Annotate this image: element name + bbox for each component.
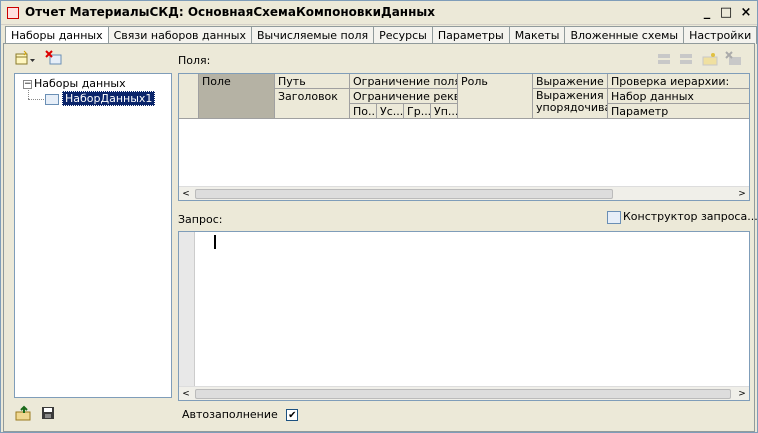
column-header-dataset[interactable]: Набор данных: [608, 89, 749, 104]
main-window: Отчет МатериалыСКД: ОсновнаяСхемаКомпоно…: [0, 0, 758, 433]
scroll-left-button[interactable]: <: [179, 187, 193, 200]
table-icon: [45, 93, 59, 105]
open-file-icon[interactable]: [14, 405, 34, 423]
query-constructor-label: Конструктор запроса...: [623, 210, 758, 223]
tab-dataset-links[interactable]: Связи наборов данных: [107, 26, 252, 44]
autofill-option[interactable]: Автозаполнение ✔: [182, 408, 299, 421]
column-header-restriction-2[interactable]: Ус...: [377, 104, 404, 119]
text-cursor: [214, 235, 216, 249]
delete-dataset-icon[interactable]: [44, 50, 64, 68]
tab-resources[interactable]: Ресурсы: [373, 26, 433, 44]
scroll-left-button[interactable]: <: [179, 387, 193, 401]
tab-calculated-fields[interactable]: Вычисляемые поля: [250, 26, 375, 44]
column-header-order-expression[interactable]: Выражения упорядочива...: [533, 89, 608, 119]
column-header-expression[interactable]: Выражение ...: [533, 74, 608, 89]
move-up-icon[interactable]: [654, 51, 674, 69]
column-header-title[interactable]: Заголовок: [275, 89, 350, 119]
query-constructor-button[interactable]: Конструктор запроса...: [607, 210, 758, 224]
column-header-path[interactable]: Путь: [275, 74, 350, 89]
query-horizontal-scrollbar[interactable]: < >: [179, 386, 749, 400]
query-constructor-icon: [607, 210, 621, 224]
column-header-hierarchy-check[interactable]: Проверка иерархии:: [608, 74, 749, 89]
move-down-icon[interactable]: [676, 51, 696, 69]
add-dataset-icon[interactable]: [14, 50, 35, 68]
fields-horizontal-scrollbar[interactable]: < >: [179, 186, 749, 200]
maximize-button[interactable]: □: [717, 4, 735, 22]
save-icon[interactable]: [38, 405, 58, 423]
tree-connector: [28, 88, 29, 99]
column-header-restriction-3[interactable]: Гр...: [404, 104, 431, 119]
autofill-label: Автозаполнение: [182, 408, 278, 421]
column-header-attr-restriction[interactable]: Ограничение рекв...: [350, 89, 458, 104]
tree-item-dataset1[interactable]: НаборДанных1: [45, 91, 156, 106]
query-label: Запрос:: [178, 213, 223, 226]
tree-root-node[interactable]: − Наборы данных: [23, 77, 126, 90]
editor-gutter: [179, 232, 195, 386]
tree-root-label: Наборы данных: [34, 77, 126, 90]
datasets-tree[interactable]: − Наборы данных НаборДанных1: [14, 73, 172, 398]
row-indicator-header: [179, 74, 199, 119]
minimize-button[interactable]: _: [698, 4, 716, 22]
column-header-restriction-1[interactable]: По...: [350, 104, 377, 119]
tab-parameters[interactable]: Параметры: [431, 26, 510, 44]
column-header-field-restriction[interactable]: Ограничение поля: [350, 74, 458, 89]
scroll-right-button[interactable]: >: [735, 387, 749, 401]
column-header-field[interactable]: Поле: [199, 74, 275, 119]
datasets-panel: − Наборы данных НаборДанных1 Поля: Поле П…: [3, 43, 758, 432]
scroll-right-button[interactable]: >: [735, 187, 749, 200]
titlebar: Отчет МатериалыСКД: ОсновнаяСхемаКомпоно…: [1, 1, 757, 25]
delete-field-icon[interactable]: [724, 51, 744, 69]
report-icon: [7, 7, 19, 19]
query-editor[interactable]: < >: [178, 231, 750, 401]
close-button[interactable]: ×: [737, 4, 755, 22]
window-title: Отчет МатериалыСКД: ОсновнаяСхемаКомпоно…: [25, 5, 435, 19]
tree-connector: [28, 99, 44, 100]
autofill-checkbox[interactable]: ✔: [286, 409, 299, 421]
column-header-parameter[interactable]: Параметр: [608, 104, 749, 119]
tab-bar: Наборы данных Связи наборов данных Вычис…: [5, 26, 758, 45]
fields-label: Поля:: [178, 54, 211, 67]
column-header-restriction-4[interactable]: Уп...: [431, 104, 458, 119]
tab-nested-schemas[interactable]: Вложенные схемы: [564, 26, 685, 44]
tab-layouts[interactable]: Макеты: [508, 26, 566, 44]
add-field-icon[interactable]: [700, 51, 720, 69]
tree-item-label: НаборДанных1: [62, 91, 156, 106]
fields-grid[interactable]: Поле Путь Заголовок Ограничение поля Огр…: [178, 73, 750, 201]
tab-settings[interactable]: Настройки: [683, 26, 758, 44]
scroll-thumb[interactable]: [195, 389, 731, 399]
column-header-role[interactable]: Роль: [458, 74, 533, 119]
scroll-thumb[interactable]: [195, 189, 613, 199]
